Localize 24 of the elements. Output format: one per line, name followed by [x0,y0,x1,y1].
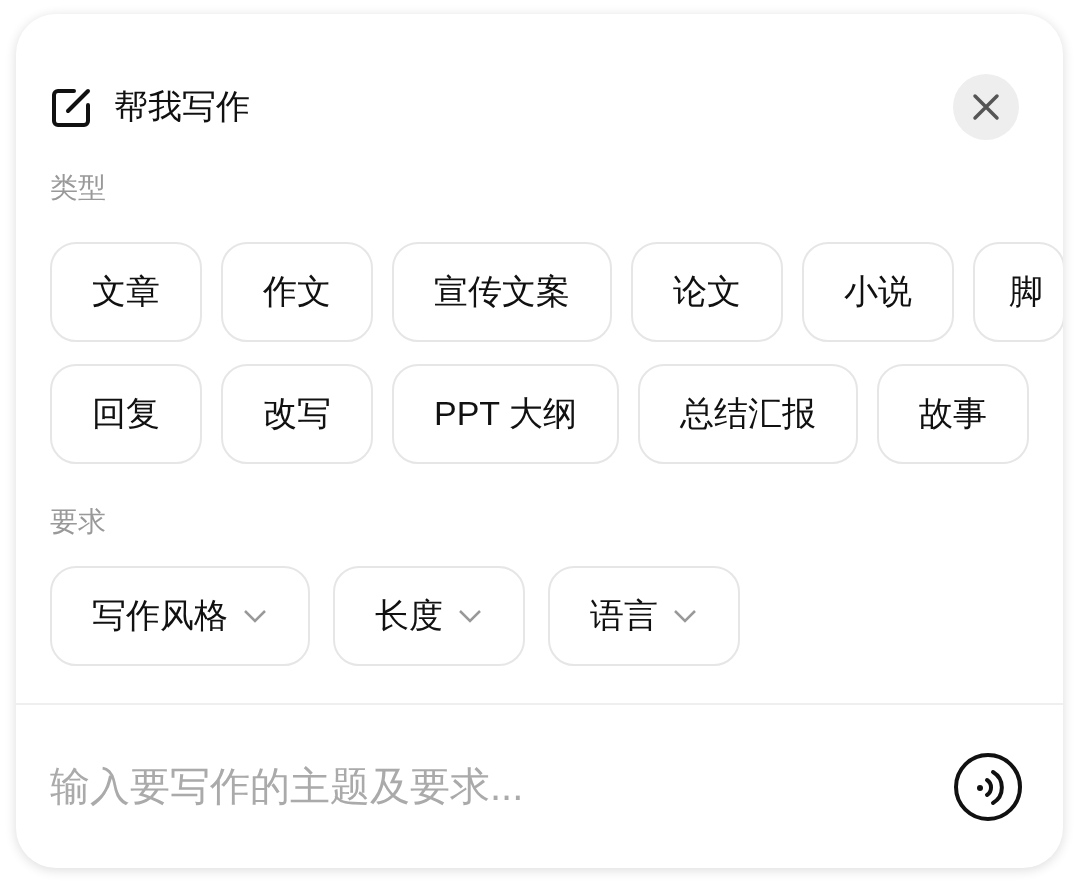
topic-input-field[interactable]: 输入要写作的主题及要求... [50,764,953,809]
close-icon [971,92,1001,122]
type-chip[interactable]: 总结汇报 [637,364,858,464]
type-chip[interactable]: 宣传文案 [392,242,612,342]
caret-icon [457,608,483,624]
panel-title: 帮我写作 [114,86,251,127]
type-chip[interactable]: 文章 [50,242,202,342]
type-chip[interactable]: 脚 [973,242,1063,342]
section-label: 要求 [50,505,107,539]
dropdown-button[interactable]: 长度 [333,566,525,666]
type-chip[interactable]: 论文 [631,242,783,342]
section-label: 类型 [50,171,107,205]
type-chip[interactable]: 改写 [221,364,373,464]
type-chip[interactable]: 作文 [221,242,373,342]
voice-input-button[interactable] [953,751,1023,822]
type-chip[interactable]: 回复 [50,364,202,464]
dropdown-button[interactable]: 写作风格 [50,566,310,666]
dropdown-button[interactable]: 语言 [548,566,740,666]
type-chip[interactable]: PPT 大纲 [392,364,619,464]
type-chip[interactable]: 小说 [802,242,954,342]
caret-icon [242,608,268,624]
type-chip[interactable]: 故事 [876,364,1029,464]
sound-wave-icon [953,751,1023,822]
caret-icon [672,608,698,624]
